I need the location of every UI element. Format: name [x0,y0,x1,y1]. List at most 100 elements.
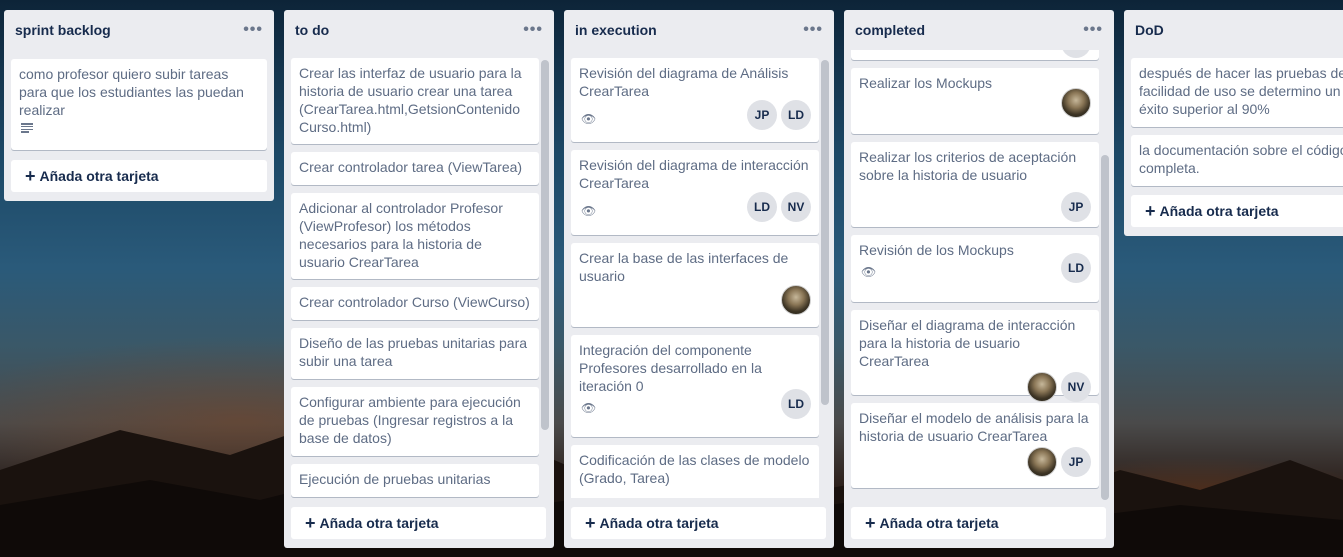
plus-icon: + [305,512,316,533]
card[interactable]: Diseño de las pruebas unitarias para sub… [291,328,539,379]
list-menu-icon[interactable]: ••• [523,22,543,38]
card-title: después de hacer las pruebas de facilida… [1139,64,1343,118]
card-title: Adicionar al controlador Profesor (ViewP… [299,200,503,270]
card[interactable]: Revisión del diagrama de Análisis CrearT… [571,58,819,142]
scrollbar[interactable] [1101,155,1109,500]
card[interactable]: Crear controlador tarea (ViewTarea) [291,152,539,185]
card-title: Ejecución de pruebas unitarias [299,471,491,487]
add-card-label: Añada otra tarjeta [599,515,719,531]
card[interactable]: Revisión de los Mockups 👁 LD [851,235,1099,302]
card[interactable]: Adicionar al controlador Profesor (ViewP… [291,193,539,279]
add-card-label: Añada otra tarjeta [1159,203,1279,219]
eye-icon: 👁 [861,265,877,279]
card-title: Crear controlador Curso (ViewCurso) [299,294,530,310]
card-title-text: la documentación sobre el código complet… [1139,142,1343,176]
card-members: JP [1061,192,1091,222]
scrollbar[interactable] [541,60,549,430]
list-title[interactable]: completed [855,22,925,38]
avatar[interactable]: LD [781,389,811,419]
card-title: Diseño de las pruebas unitarias para sub… [299,335,528,369]
card[interactable]: Diseñar el diagrama de interacción para … [851,310,1099,402]
card[interactable]: Diseñar el modelo de análisis para la hi… [851,403,1099,488]
plus-icon: + [25,165,36,186]
card-members: NV [1027,372,1091,402]
card-partial[interactable] [851,50,1099,60]
card[interactable]: Crear la base de las interfaces de usuar… [571,243,819,327]
card[interactable]: Ejecución de pruebas unitarias [291,464,539,497]
card-title: Crear las interfaz de usuario para la hi… [299,65,522,135]
card-title: Integración del componente Profesores de… [579,342,762,394]
card[interactable]: después de hacer las pruebas de facilida… [1131,58,1343,127]
eye-icon: 👁 [581,204,597,218]
list-to-do: to do ••• Crear las interfaz de usuario … [284,10,554,548]
card-title: Revisión del diagrama de interacción Cre… [579,157,809,191]
list-menu-icon[interactable]: ••• [243,22,263,38]
avatar[interactable]: JP [1061,447,1091,477]
add-card-label: Añada otra tarjeta [879,515,999,531]
add-card-button[interactable]: + Añada otra tarjeta [291,507,546,539]
avatar[interactable]: JP [1061,192,1091,222]
avatar[interactable]: LD [781,100,811,130]
avatar[interactable]: LD [747,192,777,222]
add-card-button[interactable]: + Añada otra tarjeta [571,507,826,539]
card-title: Revisión del diagrama de Análisis CrearT… [579,65,789,99]
list-title[interactable]: sprint backlog [15,22,111,38]
member-photo-avatar[interactable] [1027,372,1057,402]
list-title[interactable]: DoD [1135,22,1164,38]
list-sprint-backlog: sprint backlog ••• como profesor quiero … [4,10,274,201]
card-list: como profesor quiero subir tareas para q… [11,59,267,158]
card-title: la documentación sobre el código complet… [1139,141,1343,177]
card-list: Realizar los Mockups Realizar los criter… [851,50,1099,498]
card-title: Crear controlador tarea (ViewTarea) [299,159,523,175]
card-title: Realizar los criterios de aceptación sob… [859,149,1077,183]
card-title-text: después de hacer las pruebas de facilida… [1139,65,1343,117]
card-list: Revisión del diagrama de Análisis CrearT… [571,58,819,498]
card[interactable]: Crear las interfaz de usuario para la hi… [291,58,539,144]
add-card-button[interactable]: + Añada otra tarjeta [1131,195,1343,227]
plus-icon: + [865,512,876,533]
card-list: después de hacer las pruebas de facilida… [1131,58,1343,194]
card-members: LD [781,389,811,419]
card[interactable]: la documentación sobre el código complet… [1131,135,1343,186]
list-title[interactable]: in execution [575,22,657,38]
card-members: LD [1061,253,1091,283]
card[interactable]: Realizar los Mockups [851,68,1099,134]
plus-icon: + [585,512,596,533]
member-photo-avatar[interactable] [1027,447,1057,477]
card[interactable]: Codificación de las clases de modelo (Gr… [571,445,819,498]
card-members: JP [1027,447,1091,477]
add-card-label: Añada otra tarjeta [39,168,159,184]
add-card-label: Añada otra tarjeta [319,515,439,531]
add-card-button[interactable]: + Añada otra tarjeta [851,507,1106,539]
card-title: Diseñar el diagrama de interacción para … [859,317,1076,369]
card[interactable]: Crear controlador Curso (ViewCurso) [291,287,539,320]
member-photo-avatar[interactable] [1061,88,1091,118]
card-list: Crear las interfaz de usuario para la hi… [291,58,539,498]
member-photo-avatar[interactable] [781,285,811,315]
scrollbar[interactable] [821,60,829,405]
eye-icon: 👁 [581,401,597,415]
avatar[interactable] [1061,50,1091,58]
avatar[interactable]: NV [781,192,811,222]
add-card-button[interactable]: + Añada otra tarjeta [11,160,267,192]
list-completed: completed ••• Realizar los Mockups Reali… [844,10,1114,548]
card-title: como profesor quiero subir tareas para q… [19,66,244,118]
list-title[interactable]: to do [295,22,329,38]
card-members [1061,50,1091,58]
card[interactable]: Configurar ambiente para ejecución de pr… [291,387,539,456]
card-title: Crear la base de las interfaces de usuar… [579,250,789,284]
list-in-execution: in execution ••• Revisión del diagrama d… [564,10,834,548]
card-members: JP LD [747,100,811,130]
card-title: Codificación de las clases de modelo (Gr… [579,452,810,486]
description-icon [21,123,33,133]
list-menu-icon[interactable]: ••• [1083,22,1103,38]
card[interactable]: Realizar los criterios de aceptación sob… [851,142,1099,227]
avatar[interactable]: JP [747,100,777,130]
avatar[interactable]: LD [1061,253,1091,283]
list-menu-icon[interactable]: ••• [803,22,823,38]
card-members [781,285,811,315]
card[interactable]: Revisión del diagrama de interacción Cre… [571,150,819,235]
avatar[interactable]: NV [1061,372,1091,402]
card[interactable]: Integración del componente Profesores de… [571,335,819,437]
card[interactable]: como profesor quiero subir tareas para q… [11,59,267,150]
